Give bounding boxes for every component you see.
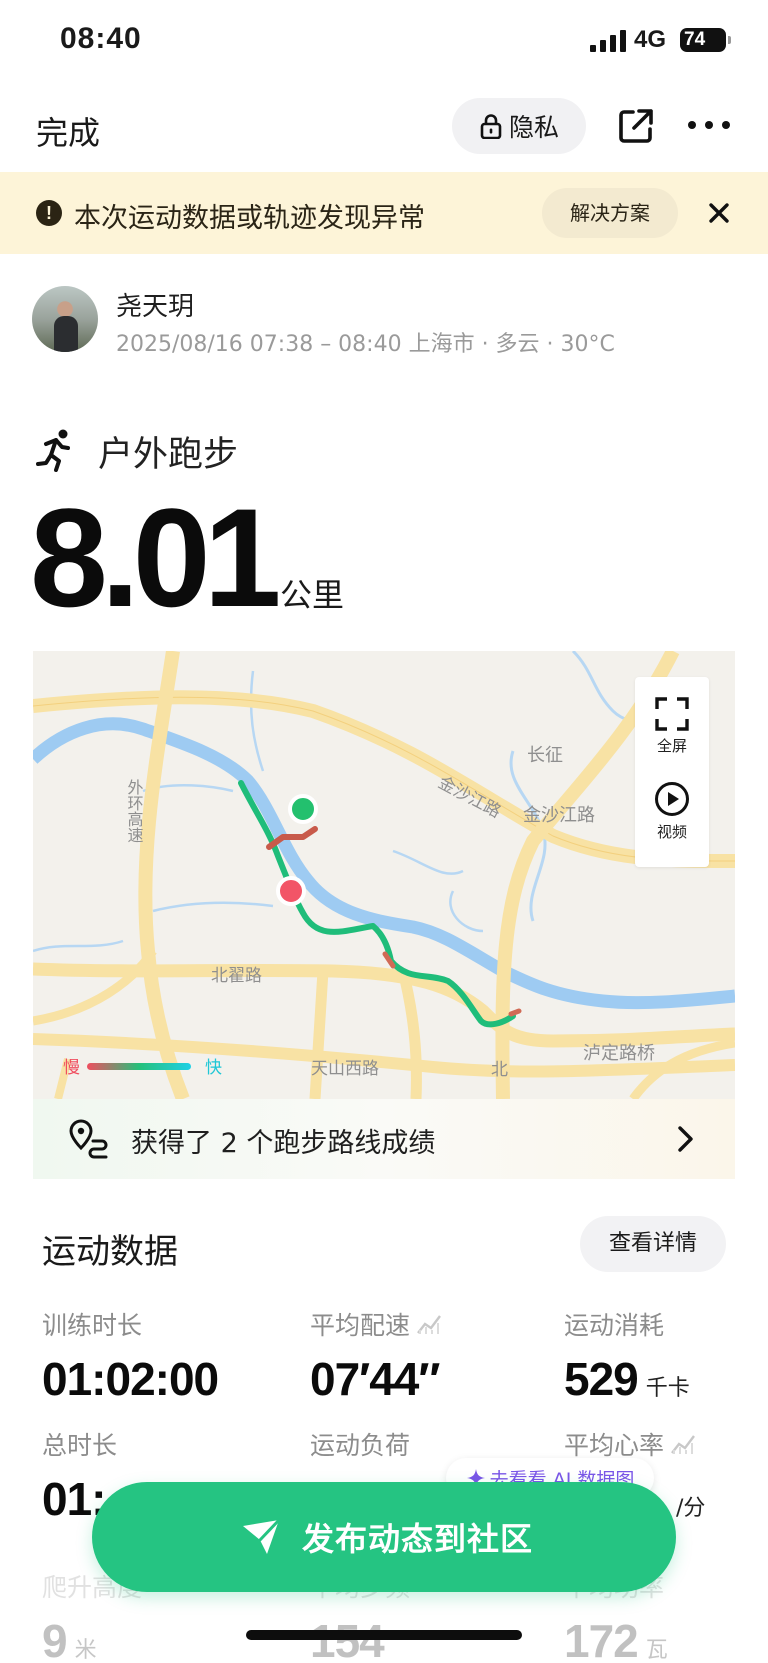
road-label-changzheng: 长征 bbox=[527, 745, 563, 766]
distance-value: 8.01 bbox=[30, 479, 281, 636]
activity-type-label: 户外跑步 bbox=[98, 435, 239, 475]
stat-training-duration[interactable]: 训练时长 01:02:00 bbox=[42, 1306, 219, 1406]
road-label-tianshan: 天山西路 bbox=[311, 1059, 379, 1079]
privacy-label: 隐私 bbox=[508, 113, 559, 142]
stat-label: 平均心率 bbox=[564, 1431, 665, 1460]
network-type: 4G bbox=[634, 26, 667, 53]
fullscreen-label: 全屏 bbox=[656, 737, 687, 755]
status-time: 08:40 bbox=[60, 22, 142, 55]
speed-legend: 慢 快 bbox=[63, 1057, 222, 1078]
speed-slow-label: 慢 bbox=[63, 1057, 80, 1078]
speed-fast-label: 快 bbox=[205, 1058, 222, 1078]
route-pin-icon bbox=[69, 1119, 108, 1159]
running-icon bbox=[36, 429, 70, 472]
anomaly-warning-banner: ! 本次运动数据或轨迹发现异常 解决方案 bbox=[0, 172, 768, 254]
route-map[interactable]: 外环高速 长征 金沙江路 金沙江路 北翟路 天山西路 北 泸定路桥 全屏 视频 bbox=[33, 651, 735, 1099]
road-label-bei: 北 bbox=[491, 1060, 508, 1080]
status-bar: 08:40 4G 74 bbox=[0, 0, 768, 84]
stat-label: 训练时长 bbox=[42, 1311, 143, 1340]
video-button[interactable]: 视频 bbox=[635, 781, 709, 842]
road-label-outer-ring: 外环高速 bbox=[125, 779, 144, 843]
done-button[interactable]: 完成 bbox=[36, 108, 100, 154]
stat-unit: /分 bbox=[676, 1496, 706, 1521]
stat-label: 运动消耗 bbox=[564, 1311, 665, 1340]
fullscreen-icon bbox=[655, 697, 689, 731]
stats-title: 运动数据 bbox=[42, 1232, 178, 1272]
chart-icon bbox=[417, 1315, 441, 1334]
publish-label: 发布动态到社区 bbox=[302, 1520, 534, 1558]
route-achievement-bar[interactable]: 获得了 2 个跑步路线成绩 bbox=[33, 1099, 735, 1179]
chevron-right-icon bbox=[678, 1126, 693, 1152]
chart-icon bbox=[671, 1435, 695, 1454]
solution-button[interactable]: 解决方案 bbox=[542, 188, 678, 238]
home-indicator bbox=[246, 1630, 522, 1640]
lock-icon bbox=[480, 114, 502, 139]
stat-calories[interactable]: 运动消耗 529 千卡 bbox=[564, 1306, 690, 1406]
distance-unit: 公里 bbox=[280, 576, 345, 614]
share-icon[interactable] bbox=[616, 106, 656, 146]
stat-label: 平均配速 bbox=[310, 1311, 411, 1340]
user-info: 尧天玥 2025/08/16 07:38 – 08:40 上海市 · 多云 · … bbox=[0, 282, 768, 362]
close-icon[interactable] bbox=[704, 198, 734, 228]
play-icon bbox=[655, 782, 689, 816]
stat-value: 07′44″ bbox=[310, 1353, 440, 1405]
road-label-ludingqiao: 泸定路桥 bbox=[583, 1043, 655, 1064]
road-label-beidi: 北翟路 bbox=[211, 966, 262, 986]
route-achievement-text: 获得了 2 个跑步路线成绩 bbox=[131, 1128, 436, 1159]
stat-unit: 千卡 bbox=[645, 1376, 690, 1401]
road-label-jinshajiang-2: 金沙江路 bbox=[523, 805, 595, 826]
send-icon bbox=[243, 1518, 281, 1554]
stat-unit: 瓦 bbox=[645, 1638, 668, 1663]
nav-bar: 完成 隐私 bbox=[0, 90, 768, 166]
publish-to-community-button[interactable]: 发布动态到社区 bbox=[92, 1482, 676, 1592]
stat-average-pace[interactable]: 平均配速 07′44″ bbox=[310, 1306, 444, 1406]
avatar[interactable] bbox=[32, 286, 98, 352]
stat-value: 529 bbox=[564, 1353, 639, 1405]
exclamation-icon: ! bbox=[36, 200, 62, 226]
stat-label: 运动负荷 bbox=[310, 1431, 411, 1460]
distance-display: 8.01 公里 bbox=[30, 479, 344, 636]
map-canvas[interactable]: 外环高速 长征 金沙江路 金沙江路 北翟路 天山西路 北 泸定路桥 bbox=[33, 651, 735, 1099]
stat-unit: 米 bbox=[74, 1638, 97, 1663]
stat-label: 总时长 bbox=[42, 1431, 118, 1460]
user-name: 尧天玥 bbox=[116, 292, 195, 322]
stats-header: 运动数据 查看详情 bbox=[0, 1216, 768, 1276]
signal-icon bbox=[590, 30, 626, 52]
stat-value: 9 bbox=[42, 1615, 68, 1663]
view-details-button[interactable]: 查看详情 bbox=[580, 1216, 726, 1272]
activity-meta: 2025/08/16 07:38 – 08:40 上海市 · 多云 · 30°C bbox=[116, 332, 615, 357]
stat-value: 172 bbox=[564, 1615, 639, 1663]
map-controls: 全屏 视频 bbox=[635, 677, 709, 867]
battery-icon: 74 bbox=[680, 28, 731, 52]
stat-training-load[interactable]: 运动负荷 bbox=[310, 1426, 410, 1462]
fullscreen-button[interactable]: 全屏 bbox=[635, 697, 709, 756]
stat-value: 01:02:00 bbox=[42, 1353, 219, 1405]
more-icon[interactable] bbox=[688, 118, 730, 132]
privacy-button[interactable]: 隐私 bbox=[452, 98, 586, 154]
video-label: 视频 bbox=[656, 823, 687, 841]
warning-text: 本次运动数据或轨迹发现异常 bbox=[74, 203, 425, 234]
